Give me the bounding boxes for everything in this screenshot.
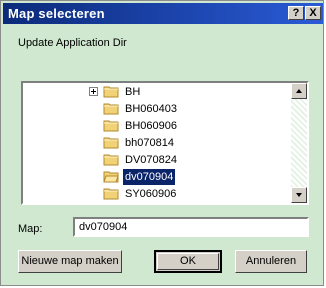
folder-icon [103,120,119,132]
map-input[interactable] [73,217,309,237]
title-bar[interactable]: Map selecteren ? X [3,3,323,24]
dialog-window: Map selecteren ? X Update Application Di… [0,0,324,286]
ok-button-label: OK [180,255,196,267]
tree-item-dv070824[interactable]: DV070824 [103,151,273,169]
tree-item-bh060906[interactable]: BH060906 [103,117,273,135]
tree-item-sy060906[interactable]: SY060906 [103,185,273,203]
tree-item-label: bh070814 [125,137,174,149]
scroll-down-button[interactable] [291,187,307,203]
tree-item-bh060403[interactable]: BH060403 [103,100,273,118]
folder-icon [103,103,119,115]
scroll-up-button[interactable] [291,83,307,99]
tree-item-label: BH060403 [125,103,177,115]
tree-item-bh[interactable]: BH [103,83,273,101]
new-folder-button[interactable]: Nieuwe map maken [18,250,122,273]
tree-item-label: DV070824 [125,154,177,166]
folder-tree[interactable]: BH BH060403 BH060906 bh070814 DV070824 d… [21,81,309,205]
open-folder-icon [103,171,119,183]
window-title: Map selecteren [8,6,105,21]
folder-icon [103,86,119,98]
dialog-subtitle: Update Application Dir [18,37,127,49]
vertical-scrollbar[interactable] [291,83,307,203]
arrow-up-icon [296,89,302,93]
tree-item-label: BH060906 [125,120,177,132]
folder-icon [103,154,119,166]
tree-item-label-selected: dv070904 [121,168,177,186]
close-button[interactable]: X [305,6,321,20]
folder-icon [103,137,119,149]
map-label: Map: [18,223,43,235]
expand-plus-icon[interactable] [89,87,98,96]
cancel-button[interactable]: Annuleren [235,250,307,273]
help-button[interactable]: ? [288,6,304,20]
tree-item-label: BH [125,86,141,98]
folder-icon [103,188,119,200]
tree-item-label: SY060906 [125,188,177,200]
scrollbar-track[interactable] [291,99,307,187]
arrow-down-icon [296,193,302,197]
tree-item-bh070814[interactable]: bh070814 [103,134,273,152]
tree-item-dv070904[interactable]: dv070904 [103,168,273,186]
folder-tree-list: BH BH060403 BH060906 bh070814 DV070824 d… [23,83,293,203]
ok-button[interactable]: OK [154,250,222,273]
